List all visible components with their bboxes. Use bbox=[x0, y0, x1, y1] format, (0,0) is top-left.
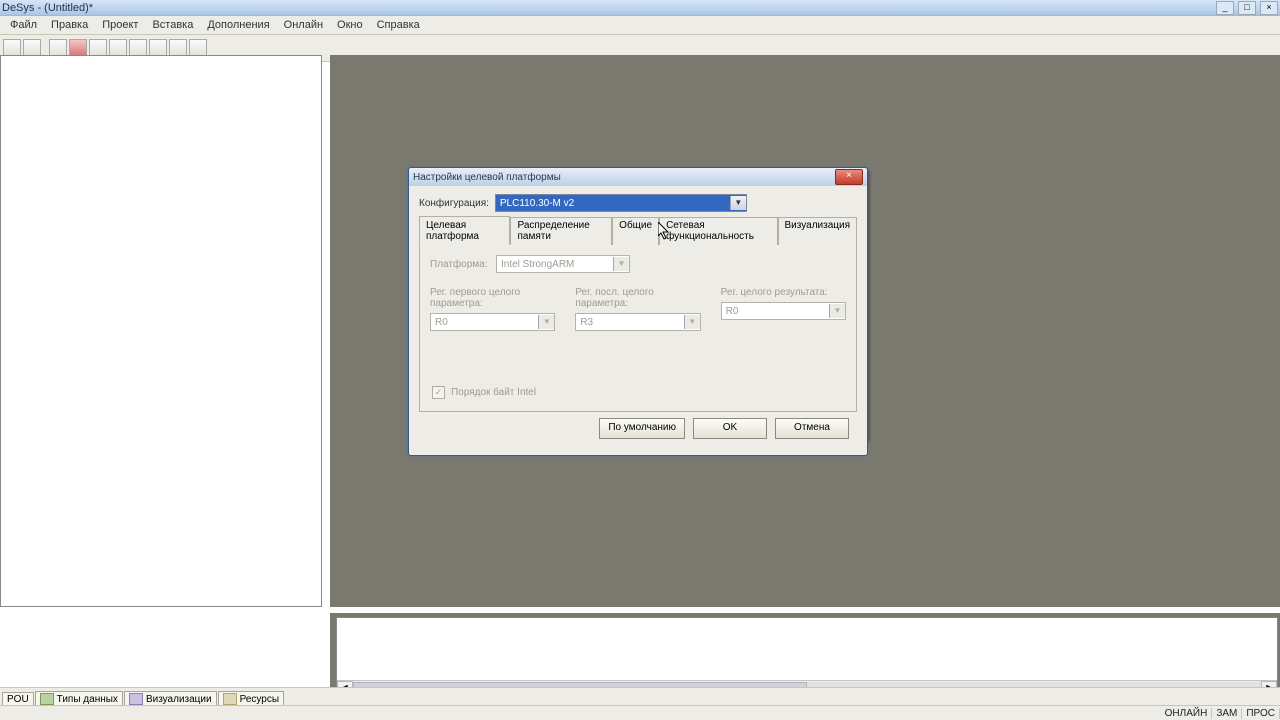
menu-help[interactable]: Справка bbox=[371, 18, 426, 32]
reg2-value: R3 bbox=[576, 317, 683, 328]
status-online: ОНЛАЙН bbox=[1161, 708, 1213, 719]
tab-page-target: Платформа: Intel StrongARM ▼ Рег. первог… bbox=[419, 245, 857, 412]
reg1-value: R0 bbox=[431, 317, 538, 328]
tab-icon bbox=[129, 693, 143, 705]
output-panel: ◄ ► bbox=[336, 617, 1278, 696]
menu-edit[interactable]: Правка bbox=[45, 18, 94, 32]
menu-file[interactable]: Файл bbox=[4, 18, 43, 32]
status-prog: ПРОС bbox=[1242, 708, 1280, 719]
tree-panel bbox=[0, 55, 322, 607]
menu-bar: Файл Правка Проект Вставка Дополнения Он… bbox=[0, 16, 1280, 35]
tab-pou[interactable]: POU bbox=[2, 692, 34, 706]
target-settings-dialog: Настройки целевой платформы × Конфигурац… bbox=[408, 167, 868, 456]
chevron-down-icon: ▼ bbox=[684, 315, 700, 329]
dialog-footer: По умолчанию OK Отмена bbox=[419, 412, 857, 447]
menu-window[interactable]: Окно bbox=[331, 18, 369, 32]
reg3-combo: R0 ▼ bbox=[721, 302, 846, 320]
tab-general[interactable]: Общие bbox=[612, 217, 659, 245]
ok-button[interactable]: OK bbox=[693, 418, 767, 439]
tab-icon bbox=[40, 693, 54, 705]
menu-online[interactable]: Онлайн bbox=[278, 18, 329, 32]
reg2-label: Рег. посл. целого параметра: bbox=[575, 287, 700, 309]
dialog-titlebar[interactable]: Настройки целевой платформы × bbox=[409, 168, 867, 186]
chevron-down-icon: ▼ bbox=[538, 315, 554, 329]
tab-network[interactable]: Сетевая функциональность bbox=[659, 217, 777, 245]
defaults-button[interactable]: По умолчанию bbox=[599, 418, 685, 439]
app-title: DeSys - (Untitled)* bbox=[2, 2, 93, 14]
reg3-value: R0 bbox=[722, 306, 829, 317]
platform-label: Платформа: bbox=[430, 259, 490, 270]
main-titlebar: DeSys - (Untitled)* _ □ × bbox=[0, 0, 1280, 16]
intel-byte-order-row: ✓ Порядок байт Intel bbox=[432, 386, 536, 399]
menu-project[interactable]: Проект bbox=[96, 18, 144, 32]
tab-memory[interactable]: Распределение памяти bbox=[510, 217, 612, 245]
tab-icon bbox=[223, 693, 237, 705]
reg1-label: Рег. первого целого параметра: bbox=[430, 287, 555, 309]
platform-combo: Intel StrongARM ▼ bbox=[496, 255, 630, 273]
reg3-label: Рег. целого результата: bbox=[721, 287, 846, 298]
intel-byte-order-checkbox: ✓ bbox=[432, 386, 445, 399]
chevron-down-icon[interactable]: ▼ bbox=[730, 196, 746, 210]
close-button[interactable]: × bbox=[1260, 1, 1278, 15]
status-bar: ОНЛАЙН ЗАМ ПРОС bbox=[0, 705, 1280, 720]
dialog-title: Настройки целевой платформы bbox=[413, 172, 561, 183]
tab-target-platform[interactable]: Целевая платформа bbox=[419, 216, 510, 245]
platform-value: Intel StrongARM bbox=[497, 259, 613, 270]
dialog-tabstrip: Целевая платформа Распределение памяти О… bbox=[419, 216, 857, 245]
maximize-button[interactable]: □ bbox=[1238, 1, 1256, 15]
tab-resources[interactable]: Ресурсы bbox=[218, 691, 284, 706]
tab-visualization[interactable]: Визуализация bbox=[778, 217, 857, 245]
dialog-close-button[interactable]: × bbox=[835, 169, 863, 185]
intel-byte-order-label: Порядок байт Intel bbox=[451, 387, 536, 398]
cancel-button[interactable]: Отмена bbox=[775, 418, 849, 439]
menu-addons[interactable]: Дополнения bbox=[201, 18, 275, 32]
configuration-combo[interactable]: PLC110.30-M v2 ▼ bbox=[495, 194, 747, 212]
bottom-tabstrip: POU Типы данных Визуализации Ресурсы bbox=[0, 687, 1280, 706]
chevron-down-icon: ▼ bbox=[829, 304, 845, 318]
output-area: ◄ ► bbox=[330, 613, 1280, 698]
reg1-combo: R0 ▼ bbox=[430, 313, 555, 331]
tab-visual[interactable]: Визуализации bbox=[124, 691, 217, 706]
minimize-button[interactable]: _ bbox=[1216, 1, 1234, 15]
menu-insert[interactable]: Вставка bbox=[146, 18, 199, 32]
configuration-label: Конфигурация: bbox=[419, 198, 489, 209]
configuration-value: PLC110.30-M v2 bbox=[496, 198, 730, 209]
chevron-down-icon: ▼ bbox=[613, 257, 629, 271]
tab-types[interactable]: Типы данных bbox=[35, 691, 123, 706]
reg2-combo: R3 ▼ bbox=[575, 313, 700, 331]
status-zam: ЗАМ bbox=[1212, 708, 1242, 719]
